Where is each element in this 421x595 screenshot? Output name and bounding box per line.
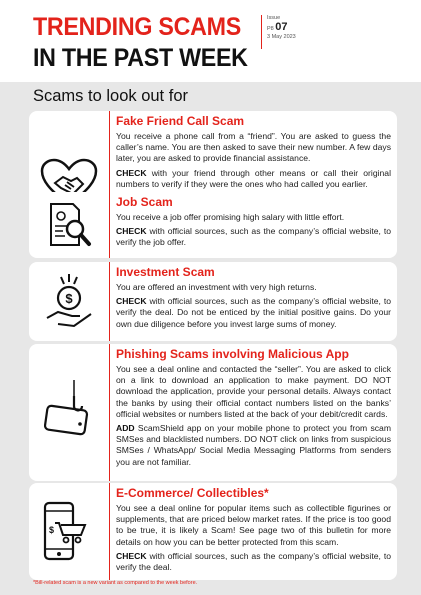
card-text: with official sources, such as the compa… bbox=[116, 296, 391, 329]
card-title: Phishing Scams involving Malicious App bbox=[116, 347, 349, 361]
card-paragraph: You are offered an investment with very … bbox=[116, 282, 391, 293]
scam-card-ecommerce: $ E-Commerce/ Collectibles* You see a de… bbox=[29, 483, 397, 580]
issue-date: 3 May 2023 bbox=[267, 34, 296, 40]
scam-card-phishing: Phishing Scams involving Malicious App Y… bbox=[29, 344, 397, 481]
card-paragraph: You see a deal online and contacted the … bbox=[116, 364, 391, 420]
card-text: with official sources, such as the compa… bbox=[116, 226, 391, 248]
card-title: E-Commerce/ Collectibles* bbox=[116, 486, 269, 500]
card-icon-box: $ bbox=[29, 262, 110, 341]
card-paragraph: You receive a phone call from a “friend”… bbox=[116, 131, 391, 165]
section-title: Scams to look out for bbox=[33, 87, 188, 105]
card-paragraph: You receive a job offer promising high s… bbox=[116, 212, 391, 223]
issue-number: P8 07 bbox=[267, 21, 337, 33]
issue-prefix: P8 bbox=[267, 26, 274, 32]
svg-text:$: $ bbox=[65, 291, 73, 306]
card-icon-box bbox=[29, 344, 110, 481]
card-title: Job Scam bbox=[116, 195, 173, 209]
phone-hook-icon bbox=[44, 379, 89, 435]
phone-cart-icon: $ bbox=[43, 501, 87, 560]
card-text: You see a deal online and contacted the … bbox=[116, 364, 391, 419]
card-paragraph: ADD ScamShield app on your mobile phone … bbox=[116, 423, 391, 468]
issue-block: Issue P8 07 3 May 2023 bbox=[261, 15, 337, 49]
title-line-2: IN THE PAST WEEK bbox=[33, 44, 248, 72]
card-icon-box: $ bbox=[29, 483, 110, 580]
scam-card-investment: $ Investment Scam You are offered an inv… bbox=[29, 262, 397, 341]
card-text: You are offered an investment with very … bbox=[116, 282, 317, 292]
card-body: Investment Scam You are offered an inves… bbox=[116, 262, 391, 330]
money-hand-icon: $ bbox=[46, 273, 92, 327]
card-bold: CHECK bbox=[116, 167, 147, 178]
card-icon-box bbox=[29, 192, 110, 258]
card-title: Investment Scam bbox=[116, 265, 215, 279]
card-paragraph: CHECK with official sources, such as the… bbox=[116, 226, 391, 248]
resume-magnifier-icon bbox=[50, 203, 91, 246]
svg-text:$: $ bbox=[49, 525, 54, 535]
card-text: with your friend through other means or … bbox=[116, 167, 391, 189]
card-text: with official sources, such as the compa… bbox=[116, 550, 391, 573]
card-text: ScamShield app on your mobile phone to p… bbox=[116, 423, 391, 467]
card-body: Phishing Scams involving Malicious App Y… bbox=[116, 344, 391, 468]
card-title: Fake Friend Call Scam bbox=[116, 114, 245, 128]
footnote: *Bill-related scam is a new variant as c… bbox=[33, 580, 198, 586]
card-body: Job Scam You receive a job offer promisi… bbox=[116, 192, 391, 249]
card-bold: CHECK bbox=[116, 296, 147, 307]
card-bold: ADD bbox=[116, 423, 135, 434]
card-paragraph: CHECK with official sources, such as the… bbox=[116, 551, 391, 573]
header: TRENDING SCAMS IN THE PAST WEEK Issue P8… bbox=[0, 0, 421, 82]
card-paragraph: CHECK with official sources, such as the… bbox=[116, 296, 391, 330]
card-paragraph: You see a deal online for popular items … bbox=[116, 503, 391, 548]
issue-number-value: 07 bbox=[275, 21, 288, 33]
card-text: You see a deal online for popular items … bbox=[116, 503, 391, 547]
card-bold: CHECK bbox=[116, 226, 147, 237]
card-text: You receive a job offer promising high s… bbox=[116, 212, 345, 222]
card-bold: CHECK bbox=[116, 550, 147, 561]
card-body: Fake Friend Call Scam You receive a phon… bbox=[116, 111, 391, 190]
card-text: You receive a phone call from a “friend”… bbox=[116, 131, 391, 164]
card-body: E-Commerce/ Collectibles* You see a deal… bbox=[116, 483, 391, 573]
title-line-1: TRENDING SCAMS bbox=[33, 13, 241, 41]
card-paragraph: CHECK with your friend through other mea… bbox=[116, 168, 391, 190]
scam-card-job: Job Scam You receive a job offer promisi… bbox=[29, 192, 397, 258]
